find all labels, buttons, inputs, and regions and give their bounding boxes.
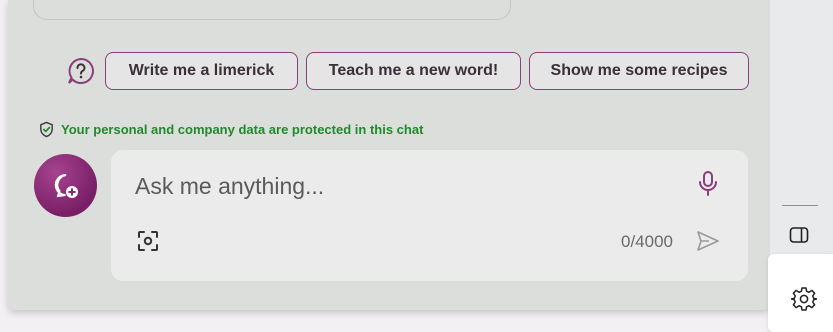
privacy-notice-text: Your personal and company data are prote… — [61, 122, 424, 137]
chat-input[interactable] — [135, 170, 675, 202]
suggestion-chip[interactable]: Write me a limerick — [105, 52, 298, 90]
shield-check-icon — [40, 121, 53, 138]
previous-message-card — [33, 0, 511, 20]
privacy-notice: Your personal and company data are prote… — [38, 121, 423, 138]
screenshot-capture-icon[interactable] — [137, 230, 159, 252]
send-icon[interactable] — [696, 230, 720, 252]
help-question-icon[interactable] — [66, 56, 96, 86]
character-counter: 0/4000 — [621, 232, 673, 251]
suggestion-chip[interactable]: Show me some recipes — [529, 52, 749, 90]
chat-composer: 0/4000 — [111, 150, 748, 281]
gear-icon — [791, 287, 817, 311]
sidebar-toggle-icon[interactable] — [789, 226, 809, 244]
chat-panel: Write me a limerick Teach me a new word!… — [8, 0, 770, 310]
toolbar-divider — [782, 205, 818, 206]
suggestion-chip[interactable]: Teach me a new word! — [306, 52, 521, 90]
microphone-icon[interactable] — [696, 170, 720, 198]
new-topic-button[interactable] — [34, 154, 97, 217]
settings-button[interactable] — [768, 254, 833, 332]
new-chat-icon — [54, 173, 78, 198]
